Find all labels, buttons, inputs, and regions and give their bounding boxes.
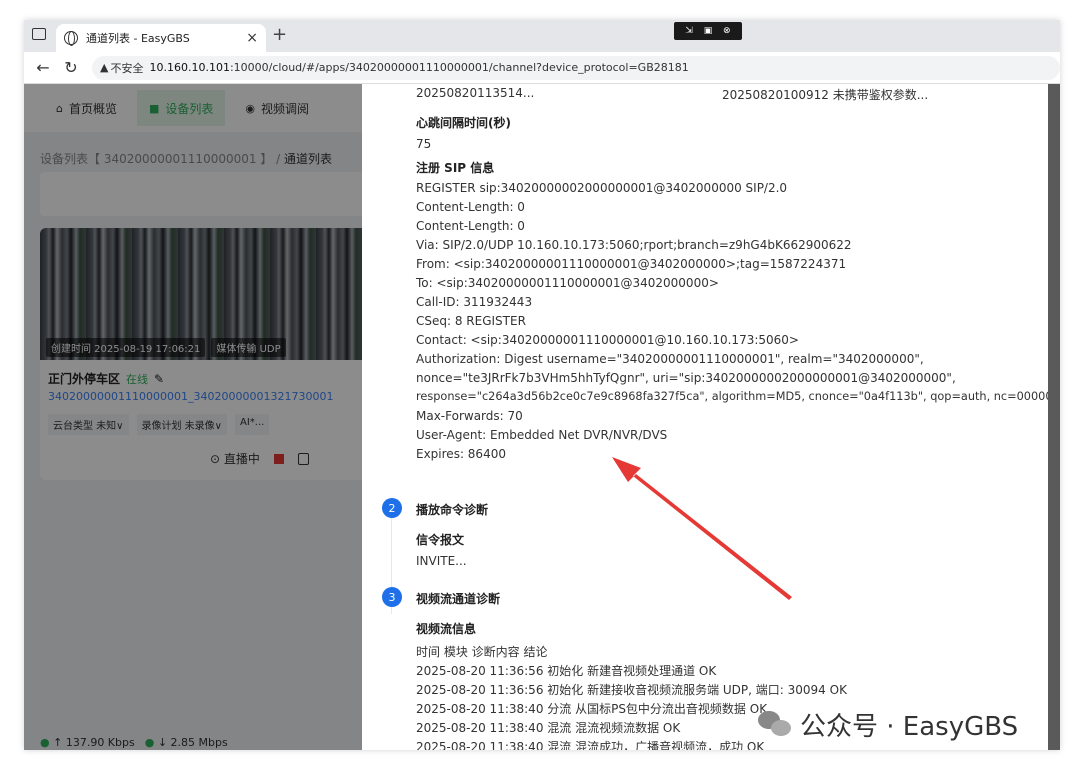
stream-info-title: 视频流信息 <box>416 622 477 636</box>
browser-window: 通道列表 - EasyGBS × + ⇲ ▣ ⊗ ← ↻ ▲ 不安全 10.16… <box>24 20 1060 750</box>
back-arrow-icon[interactable]: ← <box>34 58 52 77</box>
globe-icon <box>64 31 78 46</box>
tab-close-button[interactable]: × <box>246 30 258 46</box>
screen-icon[interactable]: ▣ <box>704 26 713 36</box>
window-menu-icon[interactable] <box>32 28 46 40</box>
sip-line: Content-Length: 0 <box>416 200 525 214</box>
tab-title: 通道列表 - EasyGBS <box>86 32 190 45</box>
sip-line: Authorization: Digest username="34020000… <box>416 352 924 366</box>
security-indicator[interactable]: ▲ 不安全 <box>100 60 143 76</box>
recording-toolbar: ⇲ ▣ ⊗ <box>674 22 742 40</box>
url-input[interactable]: ▲ 不安全 10.160.10.101:10000/cloud/#/apps/3… <box>92 55 1060 80</box>
stream-table-row: 2025-08-20 11:36:56 初始化 新建接收音视频流服务端 UDP,… <box>416 683 847 697</box>
page-content: ⌂ 首页概览 ■ 设备列表 ◉ 视频调阅 设备列表【 3402000000111… <box>24 84 1060 750</box>
new-tab-button[interactable]: + <box>272 24 287 45</box>
browser-tab[interactable]: 通道列表 - EasyGBS × <box>56 24 266 52</box>
sip-line: Max-Forwards: 70 <box>416 409 523 423</box>
heartbeat-value: 75 <box>416 137 432 151</box>
warning-icon: ▲ <box>100 61 109 74</box>
url-text: 10.160.10.101:10000/cloud/#/apps/3402000… <box>149 61 688 74</box>
register-record-left: 20250820113514... <box>416 86 535 100</box>
step-2-title: 播放命令诊断 <box>416 503 489 517</box>
stream-table-row: 2025-08-20 11:38:40 混流 混流成功，广播音视频流，成功 OK <box>416 740 765 750</box>
reload-icon[interactable]: ↻ <box>62 58 80 77</box>
sip-line: From: <sip:34020000001110000001@34020000… <box>416 257 847 271</box>
stream-table-row: 2025-08-20 11:36:56 初始化 新建音视频处理通道 OK <box>416 664 717 678</box>
sip-info-title: 注册 SIP 信息 <box>416 161 495 175</box>
stream-table-header: 时间 模块 诊断内容 结论 <box>416 645 548 659</box>
sip-line: Content-Length: 0 <box>416 219 525 233</box>
sip-line: nonce="te3JRrFk7b3VHm5hhTyfQgnr", uri="s… <box>416 371 956 385</box>
wechat-icon <box>758 710 792 739</box>
step-3-title: 视频流通道诊断 <box>416 592 501 606</box>
drawer-edge-shadow <box>1048 84 1060 750</box>
sip-line: response="c264a3d56b2ce0c7e9c8968fa327f5… <box>416 390 1048 403</box>
step-2-badge: 2 <box>382 498 402 518</box>
tab-bar: 通道列表 - EasyGBS × + ⇲ ▣ ⊗ <box>24 20 1060 52</box>
signaling-value: INVITE... <box>416 554 467 568</box>
step-3-badge: 3 <box>382 587 402 607</box>
sip-line: Expires: 86400 <box>416 447 506 461</box>
url-path: :10000/cloud/#/apps/34020000001110000001… <box>229 61 689 74</box>
register-record-right: 20250820100912 未携带鉴权参数... <box>722 88 929 102</box>
sip-line: Contact: <sip:34020000001110000001@10.16… <box>416 333 799 347</box>
sip-line: Via: SIP/2.0/UDP 10.160.10.173:5060;rpor… <box>416 238 852 252</box>
diagnosis-drawer: 20250820113514... 20250820100912 未携带鉴权参数… <box>362 84 1048 750</box>
sip-line: REGISTER sip:34020000002000000001@340200… <box>416 181 788 195</box>
sip-line: CSeq: 8 REGISTER <box>416 314 526 328</box>
address-bar: ← ↻ ▲ 不安全 10.160.10.101:10000/cloud/#/ap… <box>24 52 1060 84</box>
sip-line: To: <sip:34020000001110000001@3402000000… <box>416 276 719 290</box>
stream-table-row: 2025-08-20 11:38:40 混流 混流视频流数据 OK <box>416 721 681 735</box>
sip-line: User-Agent: Embedded Net DVR/NVR/DVS <box>416 428 668 442</box>
heartbeat-title: 心跳间隔时间(秒) <box>416 116 511 130</box>
sip-line: Call-ID: 311932443 <box>416 295 533 309</box>
watermark-text: 公众号 · EasyGBS <box>800 712 1019 742</box>
pointer-icon[interactable]: ⇲ <box>685 26 693 36</box>
stream-table-row: 2025-08-20 11:38:40 分流 从国标PS包中分流出音视频数据 O… <box>416 702 768 716</box>
insecure-label: 不安全 <box>110 61 144 75</box>
stop-record-icon[interactable]: ⊗ <box>723 26 731 36</box>
signaling-title: 信令报文 <box>416 533 465 547</box>
watermark: 公众号 · EasyGBS <box>758 706 1018 743</box>
url-host: 10.160.10.101 <box>149 61 230 74</box>
